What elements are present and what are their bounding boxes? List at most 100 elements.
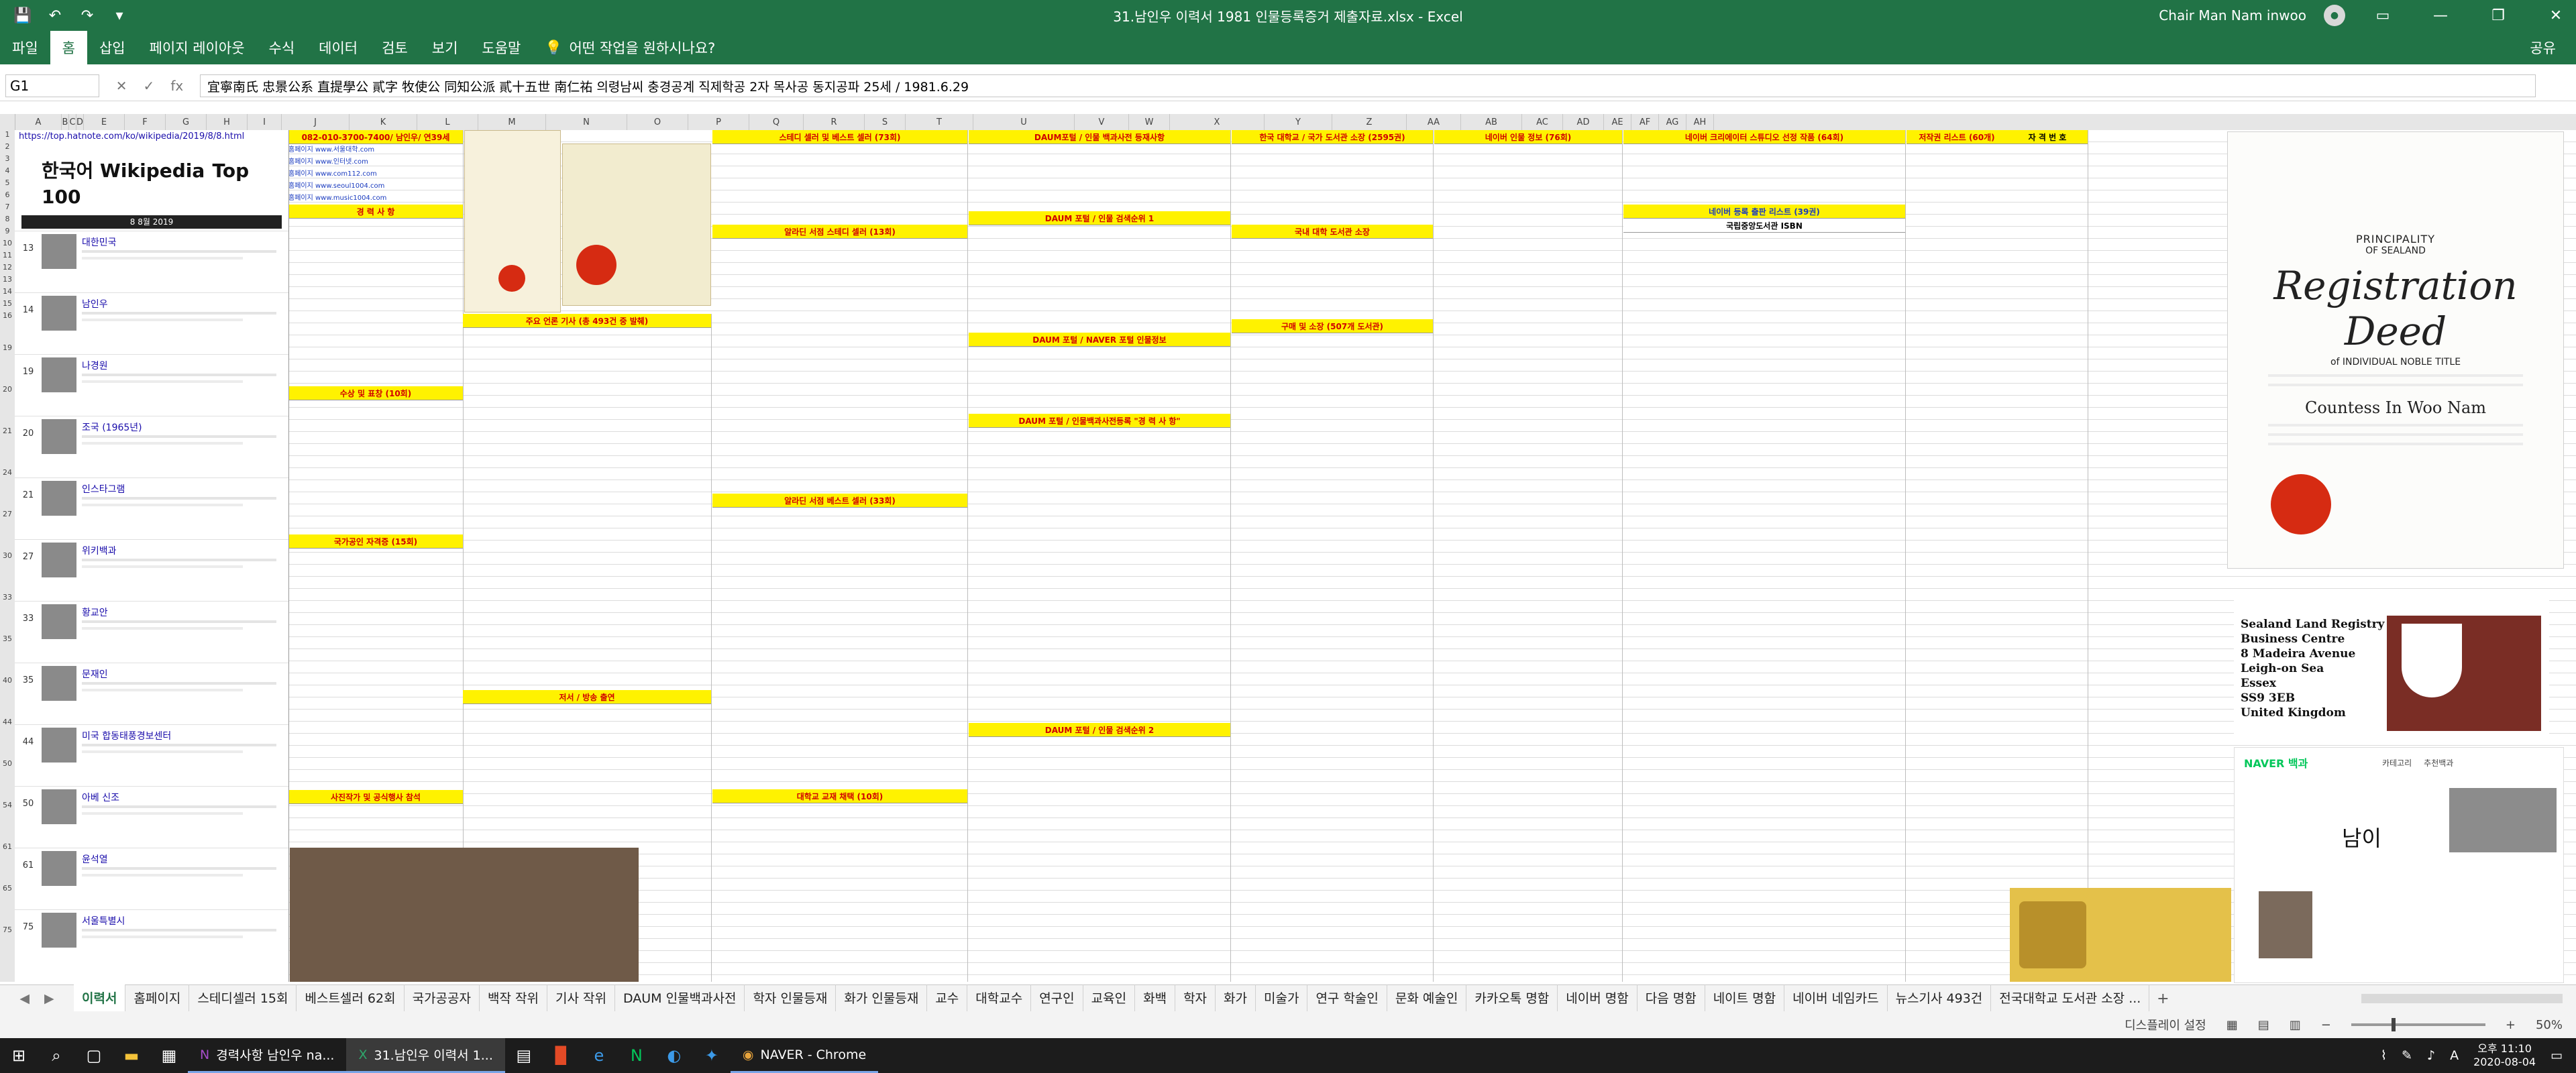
sheet-tab[interactable]: 다음 명함 (1638, 984, 1705, 1011)
link-1[interactable]: 홈페이지 www.서울대학.com (288, 144, 463, 156)
cancel-icon[interactable]: ✕ (116, 78, 127, 94)
sheet-tab[interactable]: 베스트셀러 62회 (297, 984, 405, 1011)
prev-sheet-icon[interactable]: ◀ (19, 991, 30, 1006)
wiki-entry-name[interactable]: 서울특별시 (82, 914, 125, 927)
link-4[interactable]: 홈페이지 www.seoul1004.com (288, 180, 463, 192)
zoom-in-icon[interactable]: + (2506, 1018, 2516, 1032)
select-all-corner[interactable] (0, 114, 15, 130)
sheet-tab[interactable]: 학자 인물등재 (745, 984, 837, 1011)
add-sheet-button[interactable]: + (2149, 991, 2176, 1007)
row-header-24[interactable]: 24 (0, 468, 15, 477)
column-header-W[interactable]: W (1129, 114, 1170, 130)
zoom-thumb[interactable] (2391, 1018, 2396, 1031)
column-header-AC[interactable]: AC (1522, 114, 1563, 130)
column-header-AF[interactable]: AF (1631, 114, 1659, 130)
sheet-tab[interactable]: 전국대학교 도서관 소장 ... (1991, 984, 2150, 1011)
column-header-N[interactable]: N (546, 114, 627, 130)
clock[interactable]: 오후 11:10 2020-08-04 (2473, 1042, 2536, 1069)
column-header-Z[interactable]: Z (1332, 114, 1407, 130)
wiki-entry-name[interactable]: 아베 신조 (82, 791, 119, 804)
row-header-44[interactable]: 44 (0, 718, 15, 726)
formula-input[interactable]: 宜寧南氏 忠景公系 直提學公 貳字 牧使公 同知公派 貳十五世 南仁祐 의령남씨… (200, 74, 2536, 97)
wiki-entry[interactable]: 61 윤석열 (15, 848, 288, 889)
undo-icon[interactable]: ↶ (44, 7, 66, 24)
row-header-75[interactable]: 75 (0, 925, 15, 934)
tab-file[interactable]: 파일 (0, 31, 50, 64)
row-header-1[interactable]: 1 (0, 130, 15, 139)
sheet-tab[interactable]: 기사 작위 (547, 984, 615, 1011)
link-5[interactable]: 홈페이지 www.music1004.com (288, 192, 463, 205)
sheet-tab[interactable]: 이력서 (74, 984, 126, 1013)
row-header-54[interactable]: 54 (0, 801, 15, 809)
row-header-65[interactable]: 65 (0, 884, 15, 893)
wiki-entry-name[interactable]: 윤석열 (82, 852, 108, 866)
notification-icon[interactable]: ▭ (2551, 1048, 2563, 1063)
wiki-entry-name[interactable]: 미국 합동태풍경보센터 (82, 729, 171, 742)
column-header-AA[interactable]: AA (1407, 114, 1461, 130)
row-header-27[interactable]: 27 (0, 510, 15, 518)
tab-formulas[interactable]: 수식 (257, 31, 307, 64)
column-header-AE[interactable]: AE (1604, 114, 1631, 130)
minimize-button[interactable]: — (2420, 7, 2461, 24)
volume-icon[interactable]: ♪ (2427, 1048, 2435, 1063)
file-explorer-icon[interactable]: ▬ (113, 1038, 150, 1073)
sheet-tab[interactable]: 화가 인물등재 (836, 984, 928, 1011)
taskbar-chrome[interactable]: ◉ NAVER - Chrome (730, 1038, 879, 1073)
sheet-tab[interactable]: 대학교수 (967, 984, 1032, 1011)
wiki-entry[interactable]: 19 나경원 (15, 354, 288, 395)
sheet-tab[interactable]: 카카오톡 명함 (1466, 984, 1558, 1011)
wiki-entry-name[interactable]: 남인우 (82, 297, 108, 310)
wiki-entry[interactable]: 13 대한민국 (15, 231, 288, 272)
row-header-40[interactable]: 40 (0, 676, 15, 685)
wiki-entry[interactable]: 35 문재인 (15, 663, 288, 703)
pen-icon[interactable]: ✎ (2402, 1048, 2412, 1063)
column-header-AG[interactable]: AG (1659, 114, 1686, 130)
column-header-P[interactable]: P (688, 114, 749, 130)
taskbar-excel[interactable]: X 31.남인우 이력서 1... (346, 1038, 505, 1073)
normal-view-icon[interactable]: ▦ (2226, 1018, 2238, 1032)
wiki-entry[interactable]: 21 인스타그램 (15, 477, 288, 518)
row-header-2[interactable]: 2 (0, 142, 15, 151)
wiki-entry-name[interactable]: 인스타그램 (82, 482, 125, 496)
row-header-30[interactable]: 30 (0, 551, 15, 560)
wiki-entry-name[interactable]: 위키백과 (82, 544, 117, 557)
column-header-Q[interactable]: Q (749, 114, 804, 130)
column-header-X[interactable]: X (1170, 114, 1265, 130)
tell-me-search[interactable]: 💡 어떤 작업을 원하시나요? (533, 38, 727, 58)
office-icon[interactable]: ▉ (543, 1038, 580, 1073)
save-icon[interactable]: 💾 (12, 7, 34, 24)
column-header-U[interactable]: U (973, 114, 1075, 130)
ie-icon[interactable]: e (580, 1038, 618, 1073)
wiki-entry-name[interactable]: 황교안 (82, 606, 108, 619)
tab-home[interactable]: 홈 (50, 31, 87, 64)
wiki-entry[interactable]: 33 황교안 (15, 601, 288, 642)
row-header-6[interactable]: 6 (0, 190, 15, 199)
sheet-tab[interactable]: 미술가 (1256, 984, 1308, 1011)
redo-icon[interactable]: ↷ (76, 7, 98, 24)
page-layout-icon[interactable]: ▤ (2258, 1018, 2269, 1032)
row-header-33[interactable]: 33 (0, 593, 15, 602)
sheet-tab[interactable]: 국가공공자 (405, 984, 480, 1011)
link-2[interactable]: 홈페이지 www.인터넷.com (288, 156, 463, 168)
sheet-tab[interactable]: 스테디셀러 15회 (189, 984, 297, 1011)
tab-page-layout[interactable]: 페이지 레이아웃 (138, 31, 257, 64)
row-header-10[interactable]: 10 (0, 239, 15, 247)
row-header-8[interactable]: 8 (0, 215, 15, 223)
column-header-AB[interactable]: AB (1461, 114, 1522, 130)
column-header-Y[interactable]: Y (1265, 114, 1332, 130)
sheet-tab[interactable]: 네이트 명함 (1705, 984, 1785, 1011)
naver-icon[interactable]: N (618, 1038, 655, 1073)
column-header-T[interactable]: T (906, 114, 973, 130)
page-break-icon[interactable]: ▥ (2290, 1018, 2301, 1032)
column-header-E[interactable]: E (84, 114, 125, 130)
row-header-4[interactable]: 4 (0, 166, 15, 175)
tab-data[interactable]: 데이터 (307, 31, 370, 64)
row-header-3[interactable]: 3 (0, 154, 15, 163)
column-header-AD[interactable]: AD (1563, 114, 1604, 130)
wiki-entry[interactable]: 14 남인우 (15, 292, 288, 333)
task-view-icon[interactable]: ▢ (75, 1038, 113, 1073)
column-header-D[interactable]: D (76, 114, 84, 130)
tab-view[interactable]: 보기 (420, 31, 470, 64)
sheet-tab[interactable]: 교육인 (1083, 984, 1136, 1011)
ribbon-display-icon[interactable]: ▭ (2363, 7, 2403, 24)
